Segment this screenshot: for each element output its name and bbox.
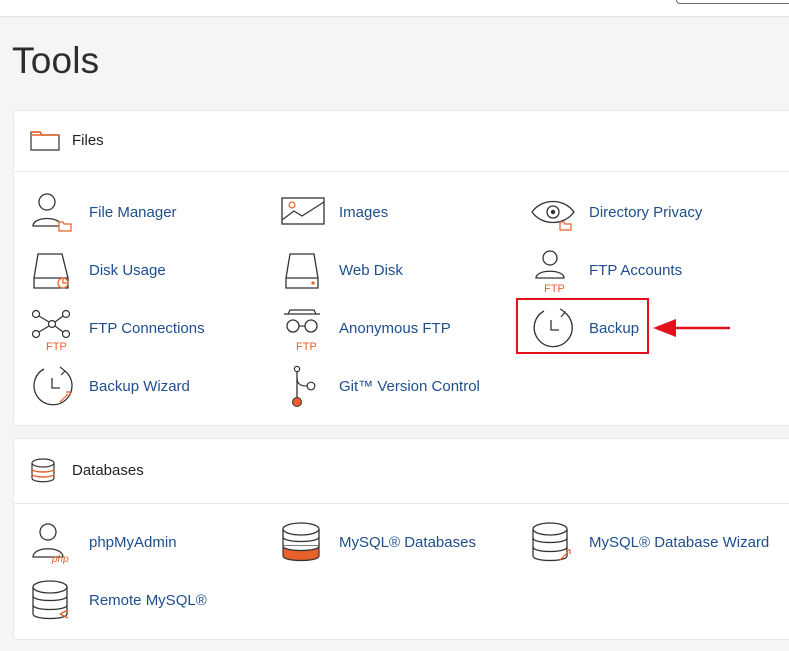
backup-wizard-label: Backup Wizard (89, 378, 190, 395)
phpmyadmin-label: phpMyAdmin (89, 534, 177, 551)
search-box-edge[interactable] (676, 0, 789, 4)
tool-directory-privacy[interactable]: Directory Privacy (530, 190, 770, 236)
network-nodes-icon: FTP (30, 306, 76, 353)
eye-icon (530, 190, 576, 236)
mysql-database-icon (280, 520, 326, 566)
databases-panel: Databases php phpMyAdmin MySQL® Database… (13, 438, 789, 640)
remote-mysql-icon (30, 578, 76, 624)
ftp-connections-icon-text: FTP (46, 341, 67, 352)
ftp-connections-label: FTP Connections (89, 320, 205, 337)
databases-panel-header[interactable]: Databases (14, 439, 789, 504)
tool-ftp-accounts[interactable]: FTP FTP Accounts (530, 248, 770, 295)
web-disk-label: Web Disk (339, 262, 403, 279)
backup-wizard-icon (30, 364, 76, 410)
mysql-wizard-icon (530, 520, 576, 566)
ftp-accounts-label: FTP Accounts (589, 262, 683, 279)
anonymous-ftp-icon-text: FTP (296, 341, 317, 352)
git-version-control-label: Git™ Version Control (339, 378, 480, 395)
backup-highlight-box (516, 298, 649, 354)
tool-mysql-database-wizard[interactable]: MySQL® Database Wizard (530, 520, 770, 566)
folder-icon (30, 129, 60, 156)
disk-usage-icon (30, 248, 76, 294)
tool-file-manager[interactable]: File Manager (30, 190, 270, 236)
web-disk-icon (280, 248, 326, 294)
files-panel-header[interactable]: Files (14, 111, 789, 172)
tool-anonymous-ftp[interactable]: FTP Anonymous FTP (280, 306, 520, 353)
file-manager-icon (30, 190, 76, 236)
anonymous-glasses-icon: FTP (280, 306, 326, 353)
mysql-databases-label: MySQL® Databases (339, 534, 476, 551)
annotation-arrow-icon (653, 319, 730, 337)
page-title: Tools (12, 40, 100, 81)
tool-git-version-control[interactable]: Git™ Version Control (280, 364, 520, 410)
git-branch-icon (280, 364, 326, 410)
tool-remote-mysql[interactable]: Remote MySQL® (30, 578, 270, 624)
phpmyadmin-icon-text: php (51, 554, 69, 565)
tool-images[interactable]: Images (280, 190, 520, 236)
ftp-accounts-icon-text: FTP (544, 283, 565, 294)
tool-web-disk[interactable]: Web Disk (280, 248, 520, 294)
files-section-title: Files (72, 132, 104, 149)
ftp-accounts-icon: FTP (530, 248, 576, 295)
images-icon (280, 190, 326, 236)
database-icon (30, 458, 56, 489)
tool-phpmyadmin[interactable]: php phpMyAdmin (30, 520, 270, 566)
remote-mysql-label: Remote MySQL® (89, 592, 207, 609)
anonymous-ftp-label: Anonymous FTP (339, 320, 451, 337)
file-manager-label: File Manager (89, 204, 177, 221)
tool-backup-wizard[interactable]: Backup Wizard (30, 364, 270, 410)
files-panel: Files File Manager Images Directory Priv… (13, 110, 789, 426)
images-label: Images (339, 204, 389, 221)
tool-ftp-connections[interactable]: FTP FTP Connections (30, 306, 270, 353)
tool-disk-usage[interactable]: Disk Usage (30, 248, 270, 294)
tool-mysql-databases[interactable]: MySQL® Databases (280, 520, 520, 566)
mysql-database-wizard-label: MySQL® Database Wizard (589, 534, 770, 551)
directory-privacy-label: Directory Privacy (589, 204, 703, 221)
disk-usage-label: Disk Usage (89, 262, 166, 279)
top-bar (0, 0, 789, 17)
databases-section-title: Databases (72, 462, 144, 479)
phpmyadmin-icon: php (30, 520, 76, 566)
